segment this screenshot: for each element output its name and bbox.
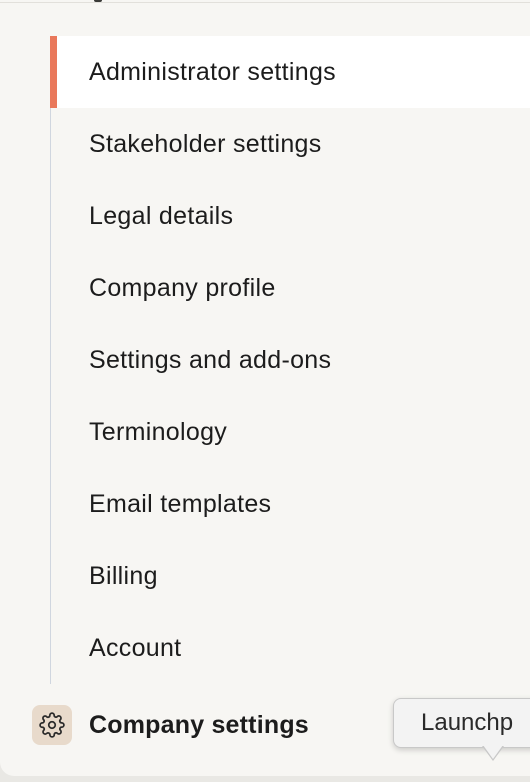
top-divider	[0, 2, 530, 3]
submenu-item-label: Terminology	[89, 417, 228, 446]
submenu-item-legal-details[interactable]: Legal details	[51, 180, 530, 252]
launchpad-tooltip: Launchp	[393, 698, 530, 748]
submenu-item-billing[interactable]: Billing	[51, 540, 530, 612]
submenu-item-settings-and-add-ons[interactable]: Settings and add-ons	[51, 324, 530, 396]
submenu-item-account[interactable]: Account	[51, 612, 530, 684]
cropped-element-top	[94, 0, 102, 2]
submenu-item-company-profile[interactable]: Company profile	[51, 252, 530, 324]
submenu-item-label: Legal details	[89, 201, 234, 230]
submenu-item-label: Stakeholder settings	[89, 129, 322, 158]
gear-icon	[32, 705, 72, 745]
submenu-item-stakeholder-settings[interactable]: Stakeholder settings	[51, 108, 530, 180]
submenu-item-label: Administrator settings	[89, 57, 336, 86]
submenu-item-label: Company profile	[89, 273, 276, 302]
submenu-item-administrator-settings[interactable]: Administrator settings	[50, 36, 530, 108]
settings-sidebar-panel: Administrator settings Stakeholder setti…	[0, 0, 530, 776]
submenu-item-label: Account	[89, 633, 182, 662]
submenu-item-terminology[interactable]: Terminology	[51, 396, 530, 468]
company-settings-nav-item[interactable]: Company settings	[32, 704, 309, 746]
submenu-item-label: Billing	[89, 561, 158, 590]
tooltip-text: Launchp	[421, 709, 514, 736]
submenu-item-label: Email templates	[89, 489, 272, 518]
tooltip-arrow-fill	[483, 745, 503, 759]
submenu-item-label: Settings and add-ons	[89, 345, 332, 374]
company-settings-submenu: Administrator settings Stakeholder setti…	[50, 36, 530, 684]
company-settings-label: Company settings	[89, 710, 309, 739]
submenu-item-email-templates[interactable]: Email templates	[51, 468, 530, 540]
